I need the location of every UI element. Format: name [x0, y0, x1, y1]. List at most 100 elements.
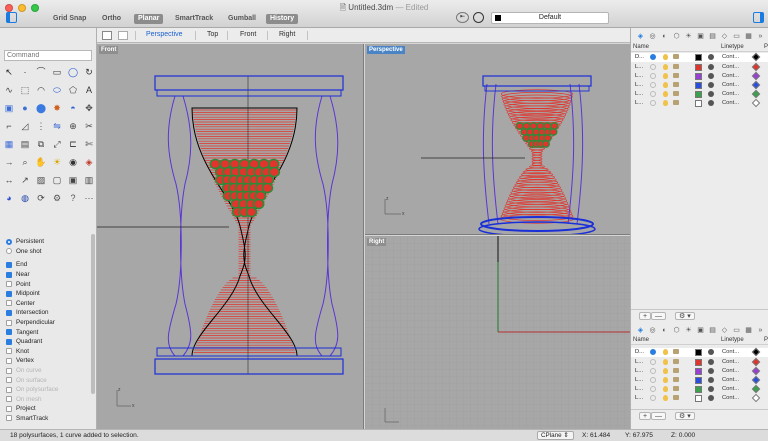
layer-color-swatch[interactable]: [695, 349, 702, 357]
zoom-icon[interactable]: ⌕: [19, 156, 31, 168]
current-layer-field[interactable]: Default: [491, 12, 609, 24]
ungroup-icon[interactable]: ▣: [67, 174, 79, 186]
visibility-bulb-icon[interactable]: [663, 63, 668, 70]
copy-icon[interactable]: ⧉: [35, 138, 47, 150]
layer-color-swatch[interactable]: [695, 63, 702, 71]
lock-icon[interactable]: [673, 100, 679, 106]
print-color-icon[interactable]: [751, 384, 761, 394]
osnap-tangent[interactable]: Tangent: [6, 327, 94, 337]
polygon-icon[interactable]: ⬠: [67, 84, 79, 96]
tab-right[interactable]: Right: [279, 31, 295, 38]
tab-perspective[interactable]: Perspective: [146, 31, 183, 38]
materials-tab-icon[interactable]: ◐: [660, 32, 669, 41]
notes-tab-icon[interactable]: ▤: [708, 32, 717, 41]
right-viewport[interactable]: Right: [365, 236, 630, 429]
add-layer-button[interactable]: +: [639, 412, 652, 420]
current-layer-radio-icon[interactable]: [650, 54, 656, 61]
print-color-icon[interactable]: [751, 366, 761, 376]
visibility-bulb-icon[interactable]: [663, 100, 668, 107]
osnap-point[interactable]: Point: [6, 279, 94, 289]
print-color-icon[interactable]: [751, 375, 761, 385]
name-column-header[interactable]: Name: [633, 337, 649, 343]
left-sidebar-toggle-icon[interactable]: [6, 12, 17, 23]
front-viewport[interactable]: z x Front: [97, 44, 364, 429]
scale-icon[interactable]: ⤢: [51, 138, 63, 150]
material-icon[interactable]: [708, 100, 714, 107]
point-icon[interactable]: ·: [19, 66, 31, 78]
layer-row[interactable]: D... Cont...: [631, 348, 768, 358]
layer-color-swatch[interactable]: [695, 54, 702, 62]
ellipse-icon[interactable]: ⬭: [51, 84, 63, 96]
osnap-end[interactable]: End: [6, 260, 94, 270]
visibility-bulb-icon[interactable]: [663, 91, 668, 98]
osnap-knot[interactable]: Knot: [6, 347, 94, 357]
material-icon[interactable]: [708, 72, 714, 79]
layer-color-swatch[interactable]: [695, 81, 702, 89]
text-icon[interactable]: A: [83, 84, 95, 96]
print-color-icon[interactable]: [751, 62, 761, 71]
material-icon[interactable]: [708, 376, 714, 383]
print-color-icon[interactable]: [751, 348, 761, 357]
print-color-icon[interactable]: [751, 357, 761, 366]
layer-row[interactable]: L... Cont...: [631, 394, 768, 403]
explode-icon[interactable]: ✸: [51, 102, 63, 114]
boolean-icon[interactable]: ◓: [67, 102, 79, 114]
lock-icon[interactable]: [673, 367, 679, 373]
record-history-icon[interactable]: [473, 12, 484, 23]
lock-icon[interactable]: [673, 81, 679, 87]
name-column-header[interactable]: Name: [633, 44, 649, 50]
layer-row[interactable]: L... Cont...: [631, 366, 768, 376]
print-color-icon[interactable]: [751, 89, 761, 99]
smarttrack-toggle[interactable]: SmartTrack: [171, 14, 217, 24]
more-tab-icon[interactable]: »: [756, 32, 765, 41]
more-tab-icon[interactable]: »: [756, 326, 765, 335]
layer-color-swatch[interactable]: [695, 91, 702, 99]
current-layer-radio-icon[interactable]: [650, 367, 656, 374]
lock-icon[interactable]: [673, 63, 679, 69]
layer-options-button[interactable]: ⚙ ▾: [675, 312, 695, 320]
print-color-icon[interactable]: [751, 80, 761, 90]
osnap-smarttrack[interactable]: SmartTrack: [6, 414, 94, 424]
circle-icon[interactable]: ◯: [67, 66, 79, 78]
lock-icon[interactable]: [673, 395, 679, 401]
sphere-icon[interactable]: ●: [19, 102, 31, 114]
split-icon[interactable]: ✂: [83, 120, 95, 132]
material-icon[interactable]: [708, 367, 714, 374]
material-icon[interactable]: [708, 349, 714, 356]
visibility-bulb-icon[interactable]: [663, 72, 668, 79]
chamfer-icon[interactable]: ◿: [19, 120, 31, 132]
layer-row[interactable]: L... Cont...: [631, 99, 768, 108]
layers-tab-icon[interactable]: ◈: [636, 32, 645, 41]
layer-row[interactable]: D... Cont...: [631, 53, 768, 63]
named-views-tab-icon[interactable]: ▭: [732, 32, 741, 41]
planar-toggle[interactable]: Planar: [134, 14, 164, 24]
layer-row[interactable]: L... Cont...: [631, 80, 768, 90]
globe-icon[interactable]: ◍: [19, 192, 31, 204]
cplane-select[interactable]: CPlane ⇕: [537, 431, 574, 440]
linetype-column-header[interactable]: Linetype: [721, 337, 744, 343]
layer-options-button[interactable]: ⚙ ▾: [675, 412, 695, 420]
material-icon[interactable]: ◈: [83, 156, 95, 168]
current-layer-radio-icon[interactable]: [650, 100, 656, 107]
front-viewport-label[interactable]: Front: [99, 46, 119, 54]
fillet-icon[interactable]: ⌐: [3, 120, 15, 132]
visibility-bulb-icon[interactable]: [663, 395, 668, 402]
visibility-bulb-icon[interactable]: [663, 367, 668, 374]
single-view-layout-icon[interactable]: [118, 31, 128, 40]
front-view-canvas[interactable]: z x: [97, 44, 364, 429]
layer-color-swatch[interactable]: [695, 72, 702, 80]
lock-icon[interactable]: [673, 72, 679, 78]
lock-icon[interactable]: [673, 376, 679, 382]
notes-tab-icon[interactable]: ▤: [708, 326, 717, 335]
named-views-tab-icon[interactable]: ▭: [732, 326, 741, 335]
camera-tab-icon[interactable]: ▣: [696, 326, 705, 335]
current-layer-radio-icon[interactable]: [650, 63, 656, 70]
layers-tab-icon[interactable]: ◈: [636, 326, 645, 335]
display-tab-icon[interactable]: ⬡: [672, 32, 681, 41]
current-layer-radio-icon[interactable]: [650, 349, 656, 356]
visibility-bulb-icon[interactable]: [663, 386, 668, 393]
osnap-perpendicular[interactable]: Perpendicular: [6, 318, 94, 328]
remove-layer-button[interactable]: —: [651, 412, 666, 420]
render-icon[interactable]: ◉: [67, 156, 79, 168]
material-icon[interactable]: [708, 386, 714, 393]
